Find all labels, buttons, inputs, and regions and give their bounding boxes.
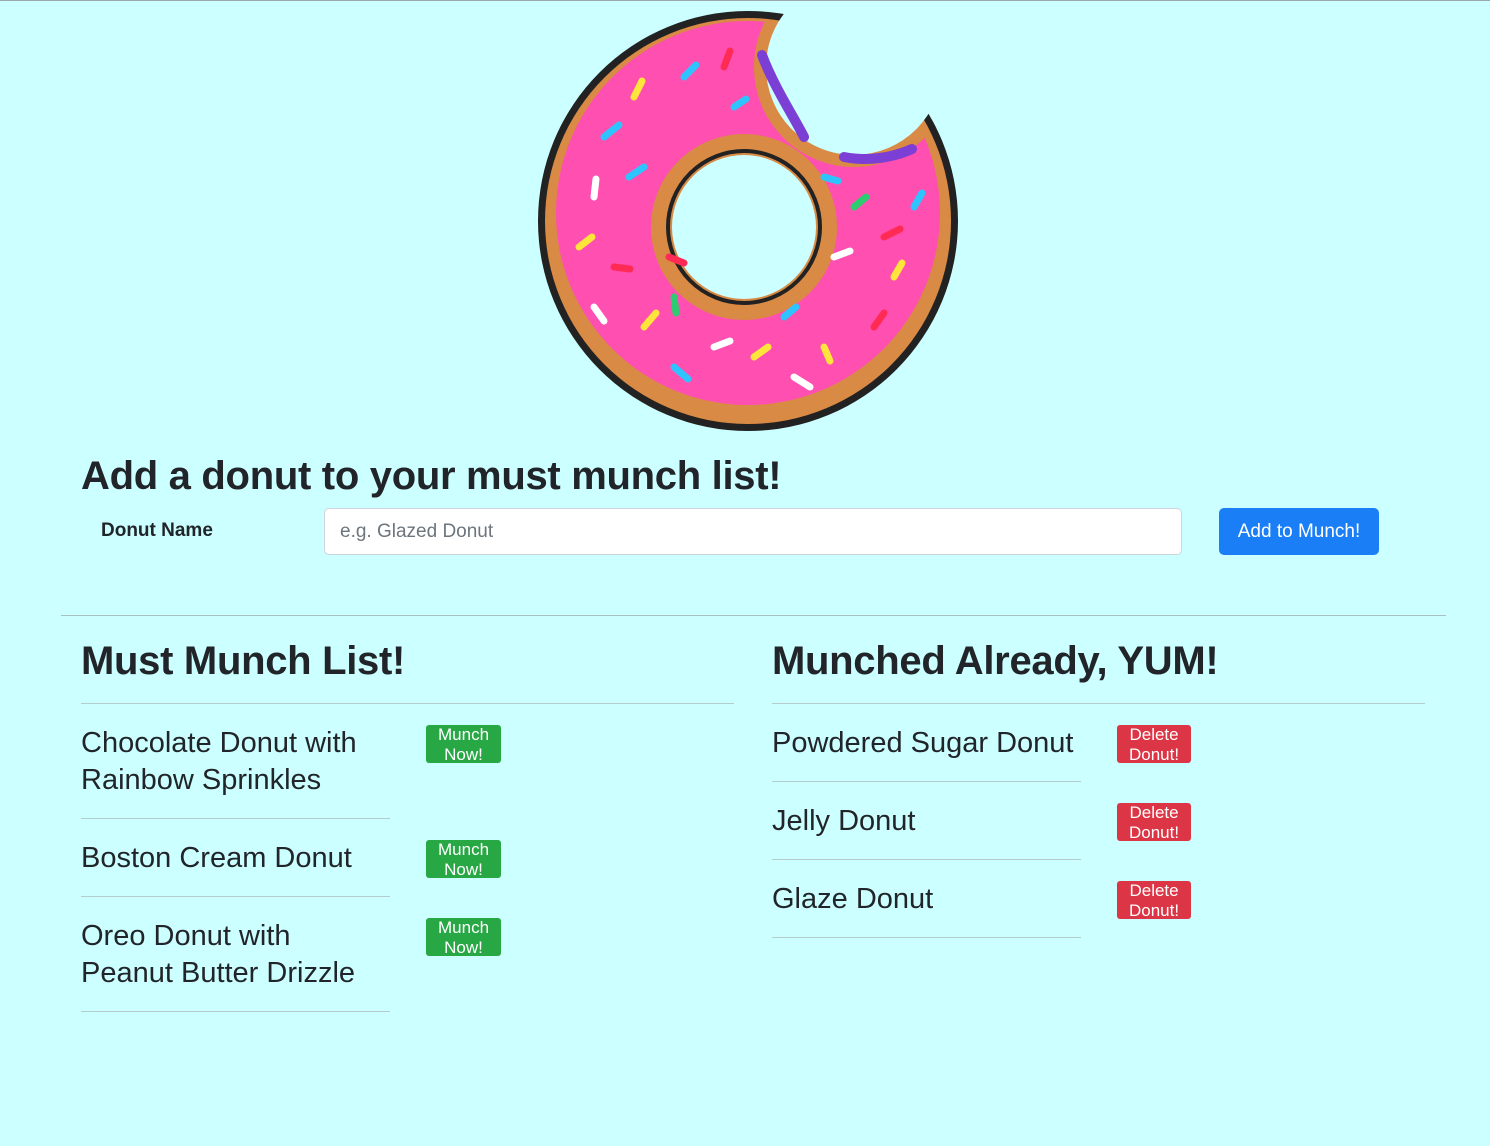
must-munch-item: Chocolate Donut with Rainbow Sprinkles M… — [81, 725, 502, 819]
delete-donut-button[interactable]: Delete Donut! — [1117, 725, 1192, 764]
donut-name: Glaze Donut — [772, 883, 934, 915]
bitten-donut-icon — [534, 7, 964, 437]
donut-name: Powdered Sugar Donut — [772, 727, 1074, 759]
donut-name-input[interactable] — [324, 508, 1182, 555]
donut-name-label: Donut Name — [101, 520, 213, 541]
donut-name: Chocolate Donut with Rainbow Sprinkles — [81, 727, 357, 796]
must-munch-section: Must Munch List! Chocolate Donut with Ra… — [81, 637, 734, 1012]
add-to-munch-button[interactable]: Add to Munch! — [1219, 508, 1379, 555]
delete-donut-button[interactable]: Delete Donut! — [1117, 881, 1192, 920]
munched-item: Glaze Donut Delete Donut! — [772, 881, 1192, 938]
munch-now-button[interactable]: Munch Now! — [426, 918, 502, 957]
delete-donut-button[interactable]: Delete Donut! — [1117, 803, 1192, 842]
donut-name: Oreo Donut with Peanut Butter Drizzle — [81, 920, 356, 989]
munched-item: Jelly Donut Delete Donut! — [772, 803, 1192, 860]
donut-name: Boston Cream Donut — [81, 842, 352, 874]
munch-now-button[interactable]: Munch Now! — [426, 725, 502, 764]
must-munch-item: Boston Cream Donut Munch Now! — [81, 840, 502, 897]
section-divider — [61, 615, 1446, 616]
must-munch-title: Must Munch List! — [81, 637, 734, 704]
munched-item: Powdered Sugar Donut Delete Donut! — [772, 725, 1192, 782]
munch-now-button[interactable]: Munch Now! — [426, 840, 502, 879]
must-munch-item: Oreo Donut with Peanut Butter Drizzle Mu… — [81, 918, 502, 1012]
add-donut-title: Add a donut to your must munch list! — [81, 454, 782, 498]
donut-name: Jelly Donut — [772, 805, 916, 837]
munched-section: Munched Already, YUM! Powdered Sugar Don… — [772, 637, 1425, 938]
munched-title: Munched Already, YUM! — [772, 637, 1425, 704]
